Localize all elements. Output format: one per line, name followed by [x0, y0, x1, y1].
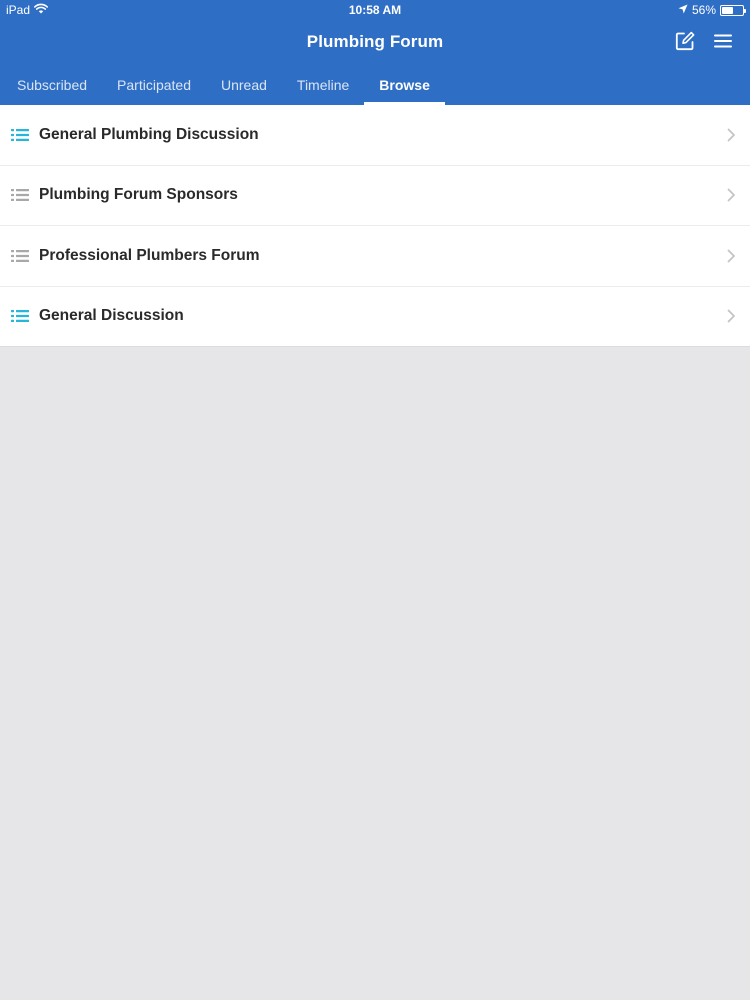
- status-bar: iPad 10:58 AM 56%: [0, 0, 750, 20]
- forum-title: General Discussion: [39, 307, 184, 325]
- chevron-right-icon: [726, 128, 736, 142]
- tab-bar: Subscribed Participated Unread Timeline …: [0, 64, 750, 105]
- forum-title: Professional Plumbers Forum: [39, 246, 260, 264]
- tab-label: Subscribed: [17, 76, 88, 93]
- status-time: 10:58 AM: [348, 3, 402, 17]
- tab-timeline[interactable]: Timeline: [282, 64, 364, 105]
- tab-label: Browse: [379, 76, 430, 93]
- compose-icon: [675, 31, 695, 51]
- battery-fill: [722, 6, 734, 14]
- tab-label: Unread: [220, 76, 267, 93]
- forum-title: Plumbing Forum Sponsors: [39, 186, 238, 204]
- nav-actions: [674, 30, 734, 52]
- list-icon: [11, 188, 29, 202]
- top-bar: iPad 10:58 AM 56% Plumbing Forum Subscri…: [0, 0, 750, 105]
- menu-icon: [714, 34, 732, 48]
- tab-label: Participated: [117, 76, 191, 93]
- forum-row-general-plumbing-discussion[interactable]: General Plumbing Discussion: [0, 105, 750, 166]
- forum-list: General Plumbing Discussion Plumbing For…: [0, 105, 750, 347]
- battery-icon: [720, 4, 746, 16]
- menu-button[interactable]: [712, 30, 734, 52]
- forum-row-general-discussion[interactable]: General Discussion: [0, 287, 750, 347]
- status-right: 56%: [678, 3, 746, 17]
- chevron-right-icon: [726, 249, 736, 263]
- tab-subscribed[interactable]: Subscribed: [2, 64, 102, 105]
- tab-unread[interactable]: Unread: [206, 64, 282, 105]
- forum-title: General Plumbing Discussion: [39, 125, 259, 143]
- chevron-right-icon: [726, 309, 736, 323]
- list-icon: [11, 249, 29, 263]
- nav-bar: Plumbing Forum: [0, 20, 750, 64]
- list-icon: [11, 128, 29, 142]
- compose-button[interactable]: [674, 30, 696, 52]
- chevron-right-icon: [726, 188, 736, 202]
- tab-browse[interactable]: Browse: [364, 64, 445, 105]
- forum-row-plumbing-forum-sponsors[interactable]: Plumbing Forum Sponsors: [0, 166, 750, 226]
- battery-percent: 56%: [691, 3, 716, 17]
- app-root: iPad 10:58 AM 56% Plumbing Forum Subscri…: [0, 0, 750, 1000]
- page-title: Plumbing Forum: [306, 32, 444, 51]
- tab-label: Timeline: [296, 76, 350, 93]
- forum-row-professional-plumbers-forum[interactable]: Professional Plumbers Forum: [0, 226, 750, 287]
- list-icon: [11, 309, 29, 323]
- tab-participated[interactable]: Participated: [102, 64, 206, 105]
- location-arrow-icon: [678, 3, 688, 17]
